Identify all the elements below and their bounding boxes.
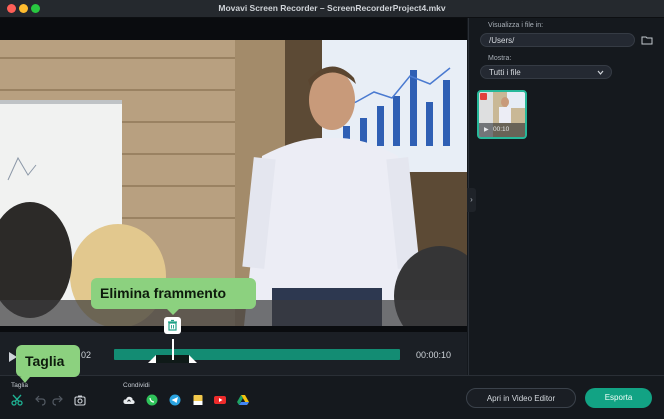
redo-icon[interactable]: [52, 394, 64, 406]
thumbnail-duration: 00:10: [493, 126, 510, 133]
scissors-icon[interactable]: [11, 394, 23, 406]
collapse-panel-button[interactable]: ›: [467, 188, 476, 212]
export-button[interactable]: Esporta: [585, 388, 652, 408]
playhead[interactable]: [172, 339, 174, 360]
path-field[interactable]: /Users/: [480, 33, 635, 47]
trash-icon: [168, 319, 177, 331]
share-section-label: Condividi: [123, 382, 150, 389]
telegram-icon[interactable]: [169, 394, 181, 406]
show-label: Mostra:: [488, 55, 512, 62]
window-title: Movavi Screen Recorder – ScreenRecorderP…: [218, 3, 446, 13]
delete-recording-icon[interactable]: [480, 93, 487, 100]
cut-tooltip: Taglia: [16, 345, 80, 383]
file-filter-select[interactable]: Tutti i file: [480, 65, 612, 79]
open-in-video-editor-button[interactable]: Apri in Video Editor: [466, 388, 576, 408]
title-bar: Movavi Screen Recorder – ScreenRecorderP…: [0, 0, 664, 18]
folder-icon[interactable]: [641, 35, 653, 45]
google-drive-icon[interactable]: [237, 394, 249, 406]
file-filter-value: Tutti i file: [489, 68, 521, 77]
youtube-icon[interactable]: [214, 394, 226, 406]
chevron-right-icon: ›: [470, 195, 473, 204]
whatsapp-icon[interactable]: [146, 394, 158, 406]
delete-fragment-button[interactable]: [164, 317, 181, 334]
file-share-icon[interactable]: [192, 394, 204, 406]
app-window: Movavi Screen Recorder – ScreenRecorderP…: [0, 0, 664, 419]
chevron-down-icon: [597, 70, 604, 75]
undo-icon[interactable]: [34, 394, 46, 406]
delete-fragment-tooltip: Elimina frammento: [91, 278, 256, 315]
cut-section-label: Taglia: [11, 382, 28, 389]
current-time: 02: [81, 350, 92, 360]
camera-icon[interactable]: [74, 394, 86, 406]
end-time: 00:00:10: [416, 350, 452, 360]
view-files-label: Visualizza i file in:: [488, 22, 544, 29]
play-small-icon: ▶: [484, 127, 489, 133]
cloud-upload-icon[interactable]: [123, 394, 135, 406]
recording-thumbnail[interactable]: ▶ 00:10: [477, 90, 527, 139]
